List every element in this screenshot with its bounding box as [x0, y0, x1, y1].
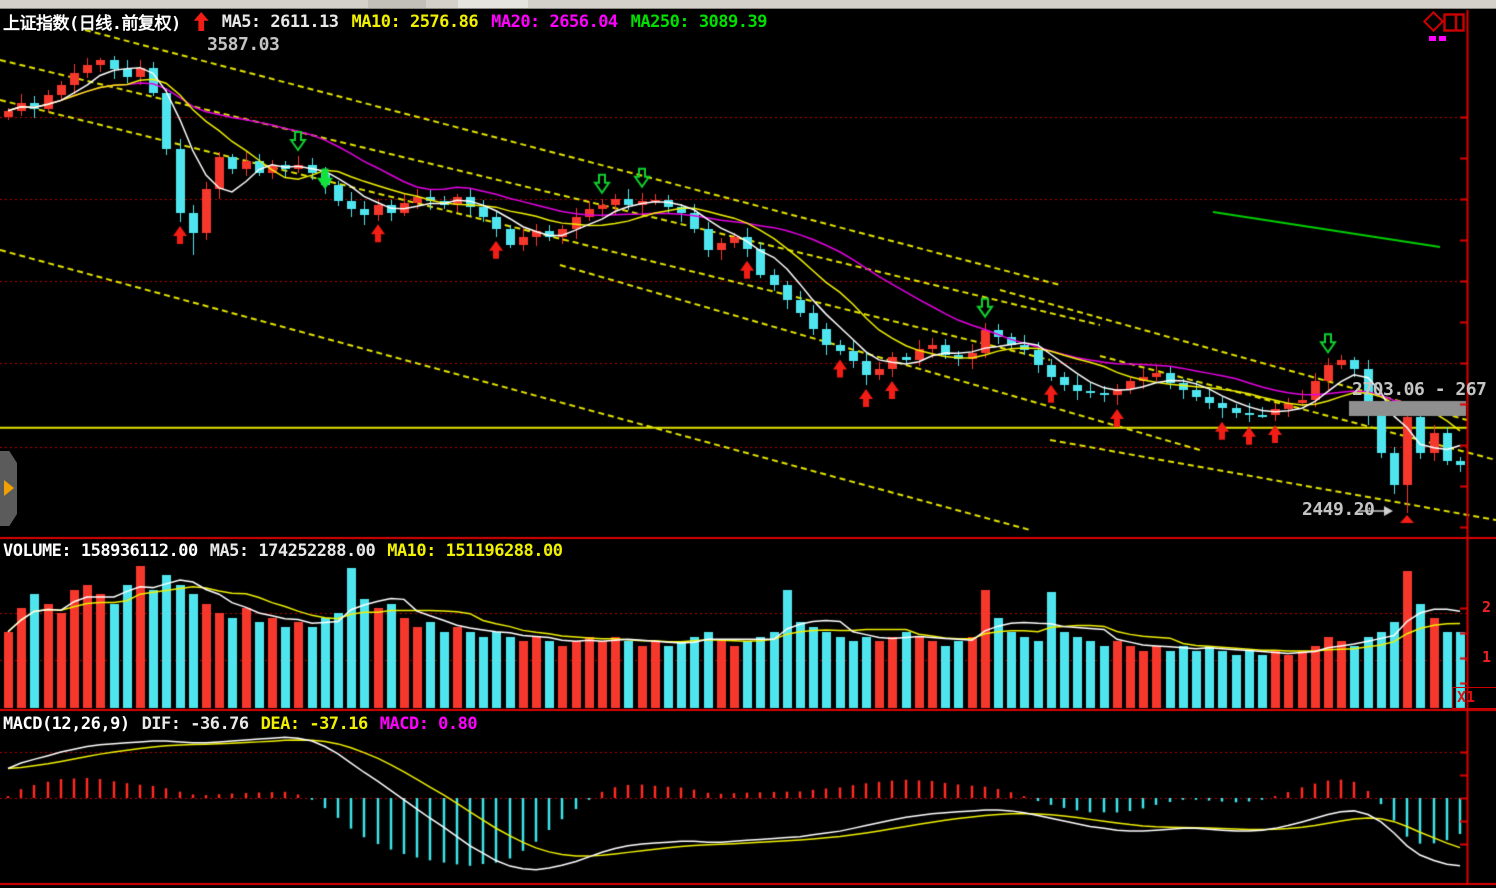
- ma10-value[interactable]: MA10: 2576.86: [352, 12, 479, 32]
- range-tooltip-label: 2703.06 - 267: [1352, 379, 1496, 400]
- volume-pane-header: VOLUME: 158936112.00 MA5: 174252288.00 M…: [3, 541, 562, 561]
- ma20-value[interactable]: MA20: 2656.04: [491, 12, 618, 32]
- volume-ma10-value[interactable]: MA10: 151196288.00: [387, 541, 562, 561]
- toolbar-segment: [458, 0, 528, 8]
- volume-multiplier-badge: X1: [1452, 687, 1496, 709]
- trendline-handle[interactable]: [1429, 36, 1436, 41]
- main-chart-header: 上证指数(日线.前复权) MA5: 2611.13 MA10: 2576.86 …: [3, 9, 767, 34]
- ma5-value[interactable]: MA5: 2611.13: [222, 12, 339, 32]
- volume-axis-tick-label: 1: [1482, 648, 1491, 666]
- symbol-title: 上证指数(日线.前复权): [3, 9, 181, 34]
- volume-ma5-value[interactable]: MA5: 174252288.00: [210, 541, 376, 561]
- scroll-arrow-icon: [4, 480, 14, 496]
- trendline-handle[interactable]: [1439, 36, 1446, 41]
- macd-indicator-name[interactable]: MACD(12,26,9): [3, 714, 130, 734]
- dif-value[interactable]: DIF: -36.76: [142, 714, 249, 734]
- volume-value[interactable]: VOLUME: 158936112.00: [3, 541, 198, 561]
- low-price-label: 2449.20: [1302, 499, 1374, 520]
- toolbar-segment: [368, 0, 426, 8]
- top-toolbar-strip: [0, 0, 1496, 9]
- peak-price-label: 3587.03: [207, 34, 279, 55]
- ma250-value[interactable]: MA250: 3089.39: [631, 12, 767, 32]
- volume-axis-tick-label: 2: [1482, 598, 1491, 616]
- chart-window: 上证指数(日线.前复权) MA5: 2611.13 MA10: 2576.86 …: [0, 0, 1496, 888]
- macd-value[interactable]: MACD: 0.80: [380, 714, 477, 734]
- macd-pane-header: MACD(12,26,9) DIF: -36.76 DEA: -37.16 MA…: [3, 714, 477, 734]
- chart-canvas[interactable]: [0, 0, 1496, 888]
- split-window-icon[interactable]: [1443, 13, 1465, 32]
- scroll-left-grip[interactable]: [0, 451, 17, 526]
- dea-value[interactable]: DEA: -37.16: [261, 714, 368, 734]
- diamond-tool-icon[interactable]: [1421, 9, 1445, 35]
- up-arrow-icon: [194, 12, 209, 31]
